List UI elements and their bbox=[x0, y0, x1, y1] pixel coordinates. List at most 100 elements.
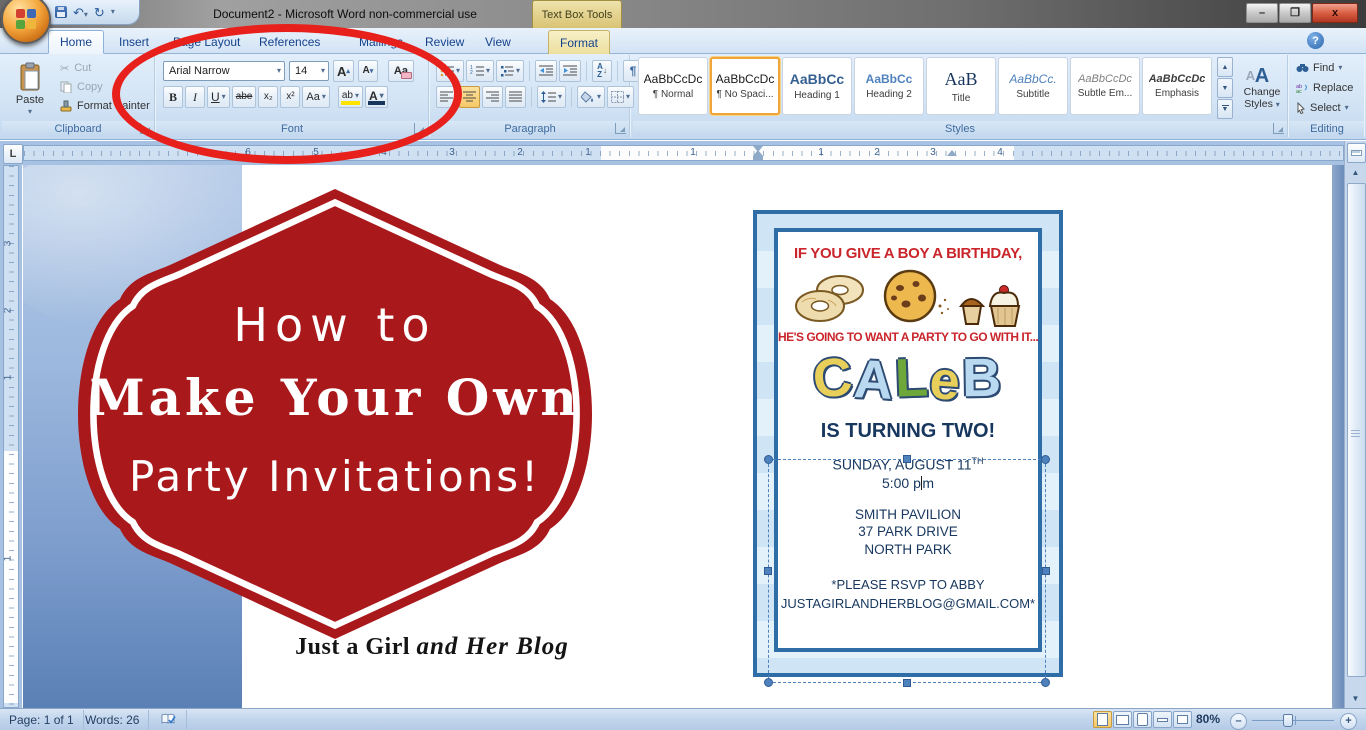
tab-review[interactable]: Review bbox=[414, 30, 475, 54]
tab-mailings[interactable]: Mailings bbox=[348, 30, 414, 54]
red-badge-graphic[interactable]: How to Make Your Own Party Invitations! bbox=[40, 183, 630, 645]
multilevel-list-button[interactable]: ▾ bbox=[496, 60, 525, 82]
scroll-down-arrow[interactable]: ▼ bbox=[1347, 691, 1364, 706]
paragraph-dialog-launcher-icon[interactable] bbox=[615, 123, 626, 134]
right-indent-marker[interactable] bbox=[947, 150, 957, 156]
invitation-outer-textbox[interactable]: IF YOU GIVE A BOY A BIRTHDAY, HE'S GOING… bbox=[753, 210, 1063, 677]
copy-button[interactable]: Copy bbox=[60, 79, 150, 95]
page-count-status[interactable]: Page: 1 of 1 bbox=[0, 710, 84, 729]
word-count-status[interactable]: Words: 26 bbox=[76, 710, 150, 729]
style-chip-title[interactable]: AaB Title bbox=[926, 57, 996, 115]
help-button[interactable]: ? bbox=[1307, 32, 1324, 49]
style-chip-subtitle[interactable]: AaBbCc. Subtitle bbox=[998, 57, 1068, 115]
style-chip--no-spaci-[interactable]: AaBbCcDc ¶ No Spaci... bbox=[710, 57, 780, 115]
tab-references[interactable]: References bbox=[248, 30, 331, 54]
vertical-scrollbar[interactable]: ▲ ▼ bbox=[1344, 141, 1366, 708]
chevron-down-icon[interactable]: ▾ bbox=[380, 92, 384, 100]
draft-view-button[interactable] bbox=[1173, 711, 1192, 728]
vertical-ruler[interactable]: 3 2 1 1 bbox=[0, 165, 22, 708]
align-center-button[interactable] bbox=[459, 86, 480, 108]
fullscreen-reading-view-button[interactable] bbox=[1113, 711, 1132, 728]
zoom-slider-thumb[interactable] bbox=[1283, 714, 1293, 727]
subscript-button[interactable]: x₂ bbox=[258, 86, 279, 108]
ruler-toggle-button[interactable] bbox=[1347, 143, 1366, 163]
zoom-out-button[interactable]: – bbox=[1230, 713, 1247, 730]
tab-selector-button[interactable]: L bbox=[3, 144, 23, 164]
print-layout-view-button[interactable] bbox=[1093, 711, 1112, 728]
chevron-down-icon[interactable]: ▾ bbox=[355, 92, 359, 100]
shading-button[interactable]: ▾ bbox=[577, 86, 606, 108]
style-chip-heading-2[interactable]: AaBbCc Heading 2 bbox=[854, 57, 924, 115]
chevron-down-icon[interactable]: ▾ bbox=[321, 67, 325, 75]
web-layout-view-button[interactable] bbox=[1133, 711, 1152, 728]
undo-icon[interactable]: ↶▾ bbox=[73, 6, 88, 19]
chevron-down-icon[interactable]: ▾ bbox=[222, 93, 226, 101]
numbering-button[interactable]: 1 2 ▾ bbox=[466, 60, 495, 82]
zoom-level-label[interactable]: 80% bbox=[1196, 712, 1220, 726]
styles-dialog-launcher-icon[interactable] bbox=[1273, 123, 1284, 134]
change-case-button[interactable]: Aa ▾ bbox=[302, 86, 330, 108]
increase-indent-button[interactable] bbox=[559, 60, 582, 82]
decrease-indent-button[interactable] bbox=[535, 60, 558, 82]
font-name-combobox[interactable]: Arial Narrow ▾ bbox=[163, 61, 285, 81]
replace-button[interactable]: ab ac Replace bbox=[1296, 79, 1353, 96]
font-size-combobox[interactable]: 14 ▾ bbox=[289, 61, 329, 81]
sort-button[interactable]: A Z ↓ bbox=[592, 60, 613, 82]
bold-button[interactable]: B bbox=[163, 86, 183, 108]
shrink-font-button[interactable]: A bbox=[357, 60, 378, 82]
styles-scroll-up-button[interactable]: ▲ bbox=[1217, 57, 1233, 77]
format-painter-button[interactable]: Format Painter bbox=[60, 98, 150, 114]
invitation-inner-panel[interactable]: IF YOU GIVE A BOY A BIRTHDAY, HE'S GOING… bbox=[774, 228, 1042, 652]
change-styles-button[interactable]: AA Change Styles ▾ bbox=[1239, 57, 1285, 119]
zoom-in-button[interactable]: + bbox=[1340, 713, 1357, 730]
clipboard-dialog-launcher-icon[interactable] bbox=[140, 123, 151, 134]
spellcheck-status[interactable] bbox=[152, 710, 187, 729]
line-spacing-button[interactable]: ▾ bbox=[537, 86, 567, 108]
cut-button[interactable]: ✂ Cut bbox=[60, 60, 150, 76]
font-color-button[interactable]: A ▾ bbox=[365, 86, 388, 108]
horizontal-ruler[interactable]: L 6 5 4 3 2 1 1 1 2 3 4 bbox=[0, 141, 1366, 165]
scrollbar-thumb[interactable] bbox=[1347, 183, 1366, 677]
borders-button[interactable]: ▾ bbox=[607, 86, 635, 108]
tab-insert[interactable]: Insert bbox=[108, 30, 160, 54]
chevron-down-icon[interactable]: ▾ bbox=[1345, 103, 1349, 112]
customize-qat-icon[interactable]: ▾ bbox=[111, 8, 115, 16]
chevron-down-icon[interactable]: ▾ bbox=[277, 67, 281, 75]
highlight-button[interactable]: ab ▾ bbox=[337, 86, 363, 108]
style-chip-emphasis[interactable]: AaBbCcDc Emphasis bbox=[1142, 57, 1212, 115]
bullets-button[interactable]: ▾ bbox=[436, 60, 465, 82]
clear-formatting-button[interactable]: Aa bbox=[387, 60, 414, 82]
style-chip--normal[interactable]: AaBbCcDc ¶ Normal bbox=[638, 57, 708, 115]
chevron-down-icon[interactable]: ▾ bbox=[1338, 63, 1342, 72]
grow-font-button[interactable]: A bbox=[333, 60, 354, 82]
justify-button[interactable] bbox=[505, 86, 526, 108]
tab-view[interactable]: View bbox=[474, 30, 522, 54]
redo-icon[interactable]: ↻ bbox=[94, 6, 105, 19]
italic-button[interactable]: I bbox=[185, 86, 205, 108]
outline-view-button[interactable] bbox=[1153, 711, 1172, 728]
save-icon[interactable] bbox=[55, 6, 67, 18]
restore-button[interactable]: ❐ bbox=[1279, 3, 1311, 23]
tab-home[interactable]: Home bbox=[48, 30, 105, 54]
close-button[interactable]: x bbox=[1312, 3, 1358, 23]
styles-scroll-down-button[interactable]: ▼ bbox=[1217, 78, 1233, 98]
strikethrough-button[interactable]: abe bbox=[231, 86, 257, 108]
style-chip-subtle-em-[interactable]: AaBbCcDc Subtle Em... bbox=[1070, 57, 1140, 115]
underline-button[interactable]: U ▾ bbox=[207, 86, 230, 108]
paste-dropdown-icon[interactable]: ▾ bbox=[28, 107, 32, 116]
font-dialog-launcher-icon[interactable] bbox=[414, 123, 425, 134]
zoom-slider-track[interactable] bbox=[1252, 720, 1334, 721]
select-button[interactable]: Select ▾ bbox=[1296, 99, 1353, 116]
scroll-up-arrow[interactable]: ▲ bbox=[1347, 165, 1364, 180]
style-chip-heading-1[interactable]: AaBbCc Heading 1 bbox=[782, 57, 852, 115]
align-right-button[interactable] bbox=[482, 86, 503, 108]
paste-button[interactable]: Paste ▾ bbox=[7, 58, 53, 119]
superscript-button[interactable]: x² bbox=[280, 86, 301, 108]
find-button[interactable]: Find ▾ bbox=[1296, 59, 1353, 76]
tab-page-layout[interactable]: Page Layout bbox=[162, 30, 251, 54]
chevron-down-icon[interactable]: ▾ bbox=[322, 93, 326, 101]
minimize-button[interactable]: – bbox=[1246, 3, 1278, 23]
tab-format[interactable]: Format bbox=[548, 30, 611, 54]
align-left-button[interactable] bbox=[436, 86, 457, 108]
left-indent-marker[interactable] bbox=[753, 156, 763, 160]
